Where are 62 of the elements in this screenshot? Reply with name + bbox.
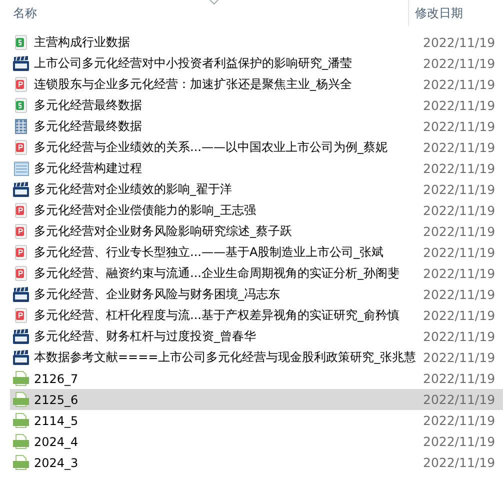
document-icon — [15, 224, 27, 239]
file-name[interactable]: 连锁股东与企业多元化经营：加速扩张还是聚焦主业_杨兴全 — [34, 76, 423, 93]
file-name[interactable]: 多元化经营、企业财务风险与财务困境_冯志东 — [34, 286, 423, 303]
file-name[interactable]: 2114_5 — [34, 414, 423, 428]
clapperboard-icon — [13, 182, 29, 197]
file-name[interactable]: 多元化经营、杠杆化程度与流...基于产权差异视角的实证研究_俞矜慎 — [34, 307, 423, 324]
modified-date: 2022/11/19 — [423, 350, 496, 365]
column-header[interactable]: 名称 — [0, 4, 408, 22]
modified-date: 2022/11/19 — [423, 203, 496, 218]
file-name[interactable]: 多元化经营对企业绩效的影响_翟于洋 — [34, 181, 423, 198]
file-name[interactable]: 多元化经营对企业偿债能力的影响_王志强 — [34, 202, 423, 219]
notepad-icon — [14, 161, 28, 176]
file-name[interactable]: 多元化经营最终数据 — [34, 97, 423, 114]
modified-date: 2022/11/19 — [423, 413, 496, 428]
modified-date: 2022/11/19 — [423, 371, 496, 386]
modified-date: 2022/11/19 — [423, 35, 496, 50]
modified-date: 2022/11/19 — [423, 77, 496, 92]
file-name[interactable]: 主营构成行业数据 — [34, 34, 423, 51]
modified-date: 2022/11/19 — [423, 434, 496, 449]
modified-date: 2022/11/19 — [423, 455, 496, 470]
file-name[interactable]: 本数据参考文献====上市公司多元化经营与现金股利政策研究_张兆慧 — [34, 349, 423, 366]
file-name[interactable]: 多元化经营构建过程 — [34, 160, 423, 177]
file-name[interactable]: 多元化经营最终数据 — [34, 118, 423, 135]
modified-date: 2022/11/19 — [423, 224, 496, 239]
file-name[interactable]: 2126_7 — [34, 372, 423, 386]
modified-date: 2022/11/19 — [423, 161, 496, 176]
document-icon — [15, 140, 27, 155]
modified-date: 2022/11/19 — [423, 56, 496, 71]
file-name[interactable]: 上市公司多元化经营对中小投资者利益保护的影响研究_潘莹 — [34, 55, 423, 72]
file-name[interactable]: 多元化经营、财务杠杆与过度投资_曾春华 — [34, 328, 423, 345]
modified-date: 2022/11/19 — [423, 329, 496, 344]
clapperboard-icon — [13, 56, 29, 71]
spreadsheet-icon — [15, 35, 27, 50]
document-icon — [15, 266, 27, 281]
modified-date: 2022/11/19 — [423, 308, 496, 323]
modified-date: 2022/11/19 — [423, 182, 496, 197]
file-name[interactable]: 2125_6 — [34, 392, 423, 406]
file-name[interactable]: 多元化经营与企业绩效的关系...——以中国农业上市公司为例_蔡妮 — [34, 139, 423, 156]
column-header[interactable]: 修改日期 — [409, 4, 463, 22]
clapperboard-icon — [13, 329, 29, 344]
clapperboard-icon — [13, 350, 29, 365]
table-icon — [15, 119, 27, 134]
document-icon — [15, 245, 27, 260]
modified-date: 2022/11/19 — [423, 266, 496, 281]
modified-date: 2022/11/19 — [423, 392, 496, 407]
modified-date: 2022/11/19 — [423, 245, 496, 260]
sort-caret-icon — [209, 0, 219, 5]
document-icon — [15, 203, 27, 218]
document-icon — [15, 77, 27, 92]
spreadsheet-icon — [15, 98, 27, 113]
file-name[interactable]: 多元化经营对企业财务风险影响研究综述_蔡子跃 — [34, 223, 423, 240]
modified-date: 2022/11/19 — [423, 98, 496, 113]
file-name[interactable]: 2024_3 — [34, 456, 423, 470]
file-name[interactable]: 多元化经营、融资约束与流通...企业生命周期视角的实证分析_孙阁斐 — [34, 265, 423, 282]
modified-date: 2022/11/19 — [423, 119, 496, 134]
document-icon — [15, 308, 27, 323]
file-row-highlight[interactable]: 2125_6 2022/11/19 — [10, 389, 503, 410]
file-name[interactable]: 多元化经营、行业专长型独立...——基于A股制造业上市公司_张斌 — [34, 244, 423, 261]
clapperboard-icon — [13, 287, 29, 302]
modified-date: 2022/11/19 — [423, 287, 496, 302]
file-name[interactable]: 2024_4 — [34, 434, 423, 448]
modified-date: 2022/11/19 — [423, 140, 496, 155]
